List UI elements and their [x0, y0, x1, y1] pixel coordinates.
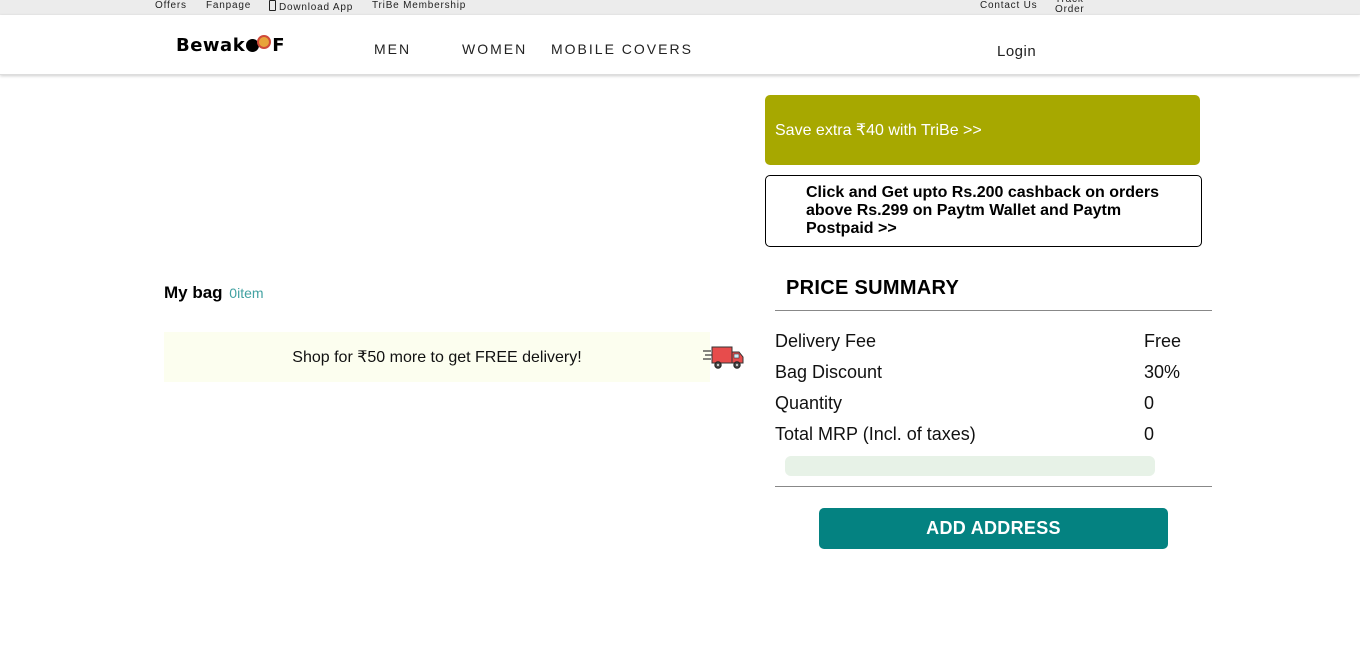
add-address-button[interactable]: ADD ADDRESS: [819, 508, 1168, 549]
price-row-label: Delivery Fee: [775, 331, 877, 351]
phone-icon: [269, 0, 276, 11]
price-row-value: Free: [1144, 331, 1182, 351]
price-row-label: Total MRP (Incl. of taxes): [775, 424, 976, 444]
logo-text-end: F: [272, 34, 285, 56]
logo-text: Bewak: [176, 34, 246, 56]
price-row-label: Quantity: [775, 393, 843, 413]
price-row-delivery-fee: Delivery Fee Free: [775, 331, 1195, 353]
nav-mobile-covers[interactable]: MOBILE COVERS: [551, 41, 693, 57]
bag-item-count: 0item: [229, 285, 264, 301]
logo-mark-icon: [246, 35, 272, 52]
track-order-link[interactable]: Track Order: [1055, 0, 1095, 15]
nav-women[interactable]: WOMEN: [462, 41, 527, 57]
delivery-truck-icon: [703, 346, 744, 369]
paytm-offer-box[interactable]: Click and Get upto Rs.200 cashback on or…: [765, 175, 1202, 247]
tribe-membership-link[interactable]: TriBe Membership: [372, 0, 466, 12]
free-delivery-banner: Shop for ₹50 more to get FREE delivery!: [164, 332, 710, 382]
logo[interactable]: Bewak F: [176, 34, 285, 56]
download-app-link[interactable]: Download App: [269, 0, 353, 14]
tribe-offer-banner[interactable]: Save extra ₹40 with TriBe >>: [765, 95, 1200, 165]
free-delivery-progress-bar: [785, 456, 1155, 476]
my-bag-heading: My bag 0item: [164, 283, 264, 303]
price-row-value: 0: [1144, 424, 1155, 444]
fanpage-link[interactable]: Fanpage: [206, 0, 251, 12]
tribe-offer-text: Save extra ₹40 with TriBe >>: [775, 122, 982, 139]
price-row-total-mrp: Total MRP (Incl. of taxes) 0: [775, 424, 1195, 446]
login-link[interactable]: Login: [997, 43, 1036, 60]
offers-link[interactable]: Offers: [155, 0, 187, 12]
top-strip: Offers Fanpage Download App TriBe Member…: [0, 0, 1360, 15]
price-row-bag-discount: Bag Discount 30%: [775, 362, 1195, 384]
my-bag-title: My bag: [164, 283, 223, 302]
price-row-quantity: Quantity 0: [775, 393, 1195, 415]
header: Bewak F MEN WOMEN MOBILE COVERS Login: [0, 15, 1360, 75]
nav-men[interactable]: MEN: [374, 41, 411, 57]
contact-us-link[interactable]: Contact Us: [980, 0, 1037, 12]
price-row-value: 0: [1144, 393, 1155, 413]
price-row-label: Bag Discount: [775, 362, 883, 382]
price-row-value: 30%: [1144, 362, 1181, 382]
paytm-offer-text: Click and Get upto Rs.200 cashback on or…: [806, 184, 1159, 237]
price-summary-divider-bottom: [775, 486, 1212, 487]
price-summary-divider-top: [775, 310, 1212, 311]
price-summary-title: PRICE SUMMARY: [786, 277, 960, 299]
free-delivery-message: Shop for ₹50 more to get FREE delivery!: [292, 349, 582, 366]
download-app-label: Download App: [279, 2, 354, 13]
